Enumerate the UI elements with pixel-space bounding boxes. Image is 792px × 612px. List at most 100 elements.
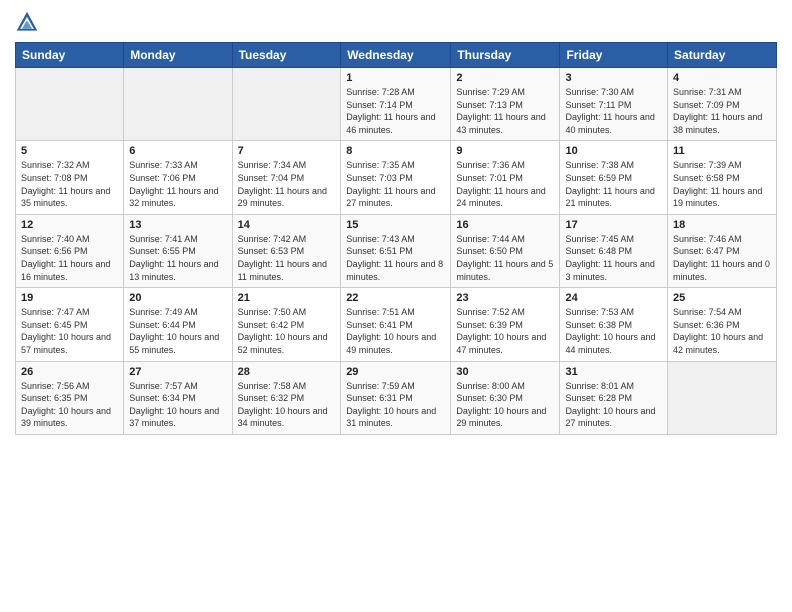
calendar-cell: 27 Sunrise: 7:57 AM Sunset: 6:34 PM Dayli… — [124, 361, 232, 434]
col-header-tuesday: Tuesday — [232, 43, 341, 68]
day-number: 11 — [673, 145, 771, 157]
col-header-saturday: Saturday — [668, 43, 777, 68]
day-number: 2 — [456, 72, 554, 84]
calendar-cell: 19Sunrise: 7:47 AM Sunset: 6:45 PM Dayli… — [16, 288, 124, 361]
calendar-cell: 3Sunrise: 7:30 AM Sunset: 7:11 PM Daylig… — [560, 68, 668, 141]
day-number: 12 — [21, 219, 118, 231]
day-info: Sunrise: 7:29 AM Sunset: 7:13 PM Dayligh… — [456, 86, 554, 136]
day-info: Sunrise: 7:51 AM Sunset: 6:41 PM Dayligh… — [346, 306, 445, 356]
calendar-week-row: 1Sunrise: 7:28 AM Sunset: 7:14 PM Daylig… — [16, 68, 777, 141]
calendar-week-row: 5 Sunrise: 7:32 AM Sunset: 7:08 PM Daylig… — [16, 141, 777, 214]
calendar-cell: 9 Sunrise: 7:36 AM Sunset: 7:01 PM Daylig… — [451, 141, 560, 214]
day-number: 29 — [346, 366, 445, 378]
day-info: Sunrise: 7:41 AM Sunset: 6:55 PM Dayligh… — [129, 233, 226, 283]
calendar-cell: 14Sunrise: 7:42 AM Sunset: 6:53 PM Dayli… — [232, 214, 341, 287]
day-number: 17 — [565, 219, 662, 231]
day-info: Sunrise: 7:57 AM Sunset: 6:34 PM Dayligh… — [129, 380, 226, 430]
day-info: Sunrise: 7:46 AM Sunset: 6:47 PM Dayligh… — [673, 233, 771, 283]
calendar-cell: 6 Sunrise: 7:33 AM Sunset: 7:06 PM Daylig… — [124, 141, 232, 214]
calendar-cell: 25 Sunrise: 7:54 AM Sunset: 6:36 PM Dayli… — [668, 288, 777, 361]
day-number: 25 — [673, 292, 771, 304]
day-number: 8 — [346, 145, 445, 157]
day-info: Sunrise: 7:43 AM Sunset: 6:51 PM Dayligh… — [346, 233, 445, 283]
calendar-cell: 2 Sunrise: 7:29 AM Sunset: 7:13 PM Daylig… — [451, 68, 560, 141]
calendar-cell: 21 Sunrise: 7:50 AM Sunset: 6:42 PM Dayli… — [232, 288, 341, 361]
calendar-cell: 18Sunrise: 7:46 AM Sunset: 6:47 PM Dayli… — [668, 214, 777, 287]
day-info: Sunrise: 7:40 AM Sunset: 6:56 PM Dayligh… — [21, 233, 118, 283]
day-number: 3 — [565, 72, 662, 84]
day-number: 7 — [238, 145, 336, 157]
calendar-cell: 17 Sunrise: 7:45 AM Sunset: 6:48 PM Dayli… — [560, 214, 668, 287]
day-info: Sunrise: 7:59 AM Sunset: 6:31 PM Dayligh… — [346, 380, 445, 430]
day-number: 27 — [129, 366, 226, 378]
day-number: 9 — [456, 145, 554, 157]
day-info: Sunrise: 7:36 AM Sunset: 7:01 PM Dayligh… — [456, 159, 554, 209]
day-info: Sunrise: 8:00 AM Sunset: 6:30 PM Dayligh… — [456, 380, 554, 430]
day-number: 26 — [21, 366, 118, 378]
day-number: 28 — [238, 366, 336, 378]
calendar-cell: 16 Sunrise: 7:44 AM Sunset: 6:50 PM Dayli… — [451, 214, 560, 287]
day-number: 5 — [21, 145, 118, 157]
col-header-sunday: Sunday — [16, 43, 124, 68]
day-info: Sunrise: 7:33 AM Sunset: 7:06 PM Dayligh… — [129, 159, 226, 209]
day-number: 22 — [346, 292, 445, 304]
calendar-cell: 20 Sunrise: 7:49 AM Sunset: 6:44 PM Dayli… — [124, 288, 232, 361]
calendar-cell: 13 Sunrise: 7:41 AM Sunset: 6:55 PM Dayli… — [124, 214, 232, 287]
day-number: 21 — [238, 292, 336, 304]
day-number: 13 — [129, 219, 226, 231]
day-info: Sunrise: 7:35 AM Sunset: 7:03 PM Dayligh… — [346, 159, 445, 209]
day-info: Sunrise: 7:49 AM Sunset: 6:44 PM Dayligh… — [129, 306, 226, 356]
day-number: 19 — [21, 292, 118, 304]
calendar-cell: 5 Sunrise: 7:32 AM Sunset: 7:08 PM Daylig… — [16, 141, 124, 214]
calendar-cell: 26 Sunrise: 7:56 AM Sunset: 6:35 PM Dayli… — [16, 361, 124, 434]
day-number: 20 — [129, 292, 226, 304]
calendar-cell: 15 Sunrise: 7:43 AM Sunset: 6:51 PM Dayli… — [341, 214, 451, 287]
day-info: Sunrise: 7:44 AM Sunset: 6:50 PM Dayligh… — [456, 233, 554, 283]
day-info: Sunrise: 7:31 AM Sunset: 7:09 PM Dayligh… — [673, 86, 771, 136]
logo-icon — [15, 10, 39, 34]
calendar-cell — [124, 68, 232, 141]
calendar-table: SundayMondayTuesdayWednesdayThursdayFrid… — [15, 42, 777, 435]
day-info: Sunrise: 7:38 AM Sunset: 6:59 PM Dayligh… — [565, 159, 662, 209]
day-info: Sunrise: 7:50 AM Sunset: 6:42 PM Dayligh… — [238, 306, 336, 356]
calendar-cell: 23 Sunrise: 7:52 AM Sunset: 6:39 PM Dayli… — [451, 288, 560, 361]
col-header-friday: Friday — [560, 43, 668, 68]
logo — [15, 10, 43, 34]
day-number: 15 — [346, 219, 445, 231]
day-number: 24 — [565, 292, 662, 304]
calendar-header-row: SundayMondayTuesdayWednesdayThursdayFrid… — [16, 43, 777, 68]
day-info: Sunrise: 7:32 AM Sunset: 7:08 PM Dayligh… — [21, 159, 118, 209]
day-info: Sunrise: 7:58 AM Sunset: 6:32 PM Dayligh… — [238, 380, 336, 430]
calendar-cell: 4 Sunrise: 7:31 AM Sunset: 7:09 PM Daylig… — [668, 68, 777, 141]
calendar-cell — [668, 361, 777, 434]
col-header-wednesday: Wednesday — [341, 43, 451, 68]
calendar-cell — [232, 68, 341, 141]
day-info: Sunrise: 7:34 AM Sunset: 7:04 PM Dayligh… — [238, 159, 336, 209]
calendar-cell: 22 Sunrise: 7:51 AM Sunset: 6:41 PM Dayli… — [341, 288, 451, 361]
day-info: Sunrise: 7:54 AM Sunset: 6:36 PM Dayligh… — [673, 306, 771, 356]
day-number: 16 — [456, 219, 554, 231]
calendar-cell — [16, 68, 124, 141]
day-number: 31 — [565, 366, 662, 378]
day-number: 23 — [456, 292, 554, 304]
day-number: 10 — [565, 145, 662, 157]
calendar-cell: 30Sunrise: 8:00 AM Sunset: 6:30 PM Dayli… — [451, 361, 560, 434]
calendar-cell: 31 Sunrise: 8:01 AM Sunset: 6:28 PM Dayli… — [560, 361, 668, 434]
calendar-cell: 28 Sunrise: 7:58 AM Sunset: 6:32 PM Dayli… — [232, 361, 341, 434]
day-info: Sunrise: 7:56 AM Sunset: 6:35 PM Dayligh… — [21, 380, 118, 430]
calendar-cell: 29 Sunrise: 7:59 AM Sunset: 6:31 PM Dayli… — [341, 361, 451, 434]
day-info: Sunrise: 7:52 AM Sunset: 6:39 PM Dayligh… — [456, 306, 554, 356]
header — [15, 10, 777, 34]
day-info: Sunrise: 8:01 AM Sunset: 6:28 PM Dayligh… — [565, 380, 662, 430]
calendar-cell: 11Sunrise: 7:39 AM Sunset: 6:58 PM Dayli… — [668, 141, 777, 214]
calendar-cell: 8 Sunrise: 7:35 AM Sunset: 7:03 PM Daylig… — [341, 141, 451, 214]
col-header-monday: Monday — [124, 43, 232, 68]
day-number: 6 — [129, 145, 226, 157]
calendar-page: SundayMondayTuesdayWednesdayThursdayFrid… — [0, 0, 792, 612]
day-number: 4 — [673, 72, 771, 84]
col-header-thursday: Thursday — [451, 43, 560, 68]
calendar-cell: 12 Sunrise: 7:40 AM Sunset: 6:56 PM Dayli… — [16, 214, 124, 287]
calendar-week-row: 26 Sunrise: 7:56 AM Sunset: 6:35 PM Dayli… — [16, 361, 777, 434]
day-info: Sunrise: 7:45 AM Sunset: 6:48 PM Dayligh… — [565, 233, 662, 283]
calendar-cell: 1Sunrise: 7:28 AM Sunset: 7:14 PM Daylig… — [341, 68, 451, 141]
